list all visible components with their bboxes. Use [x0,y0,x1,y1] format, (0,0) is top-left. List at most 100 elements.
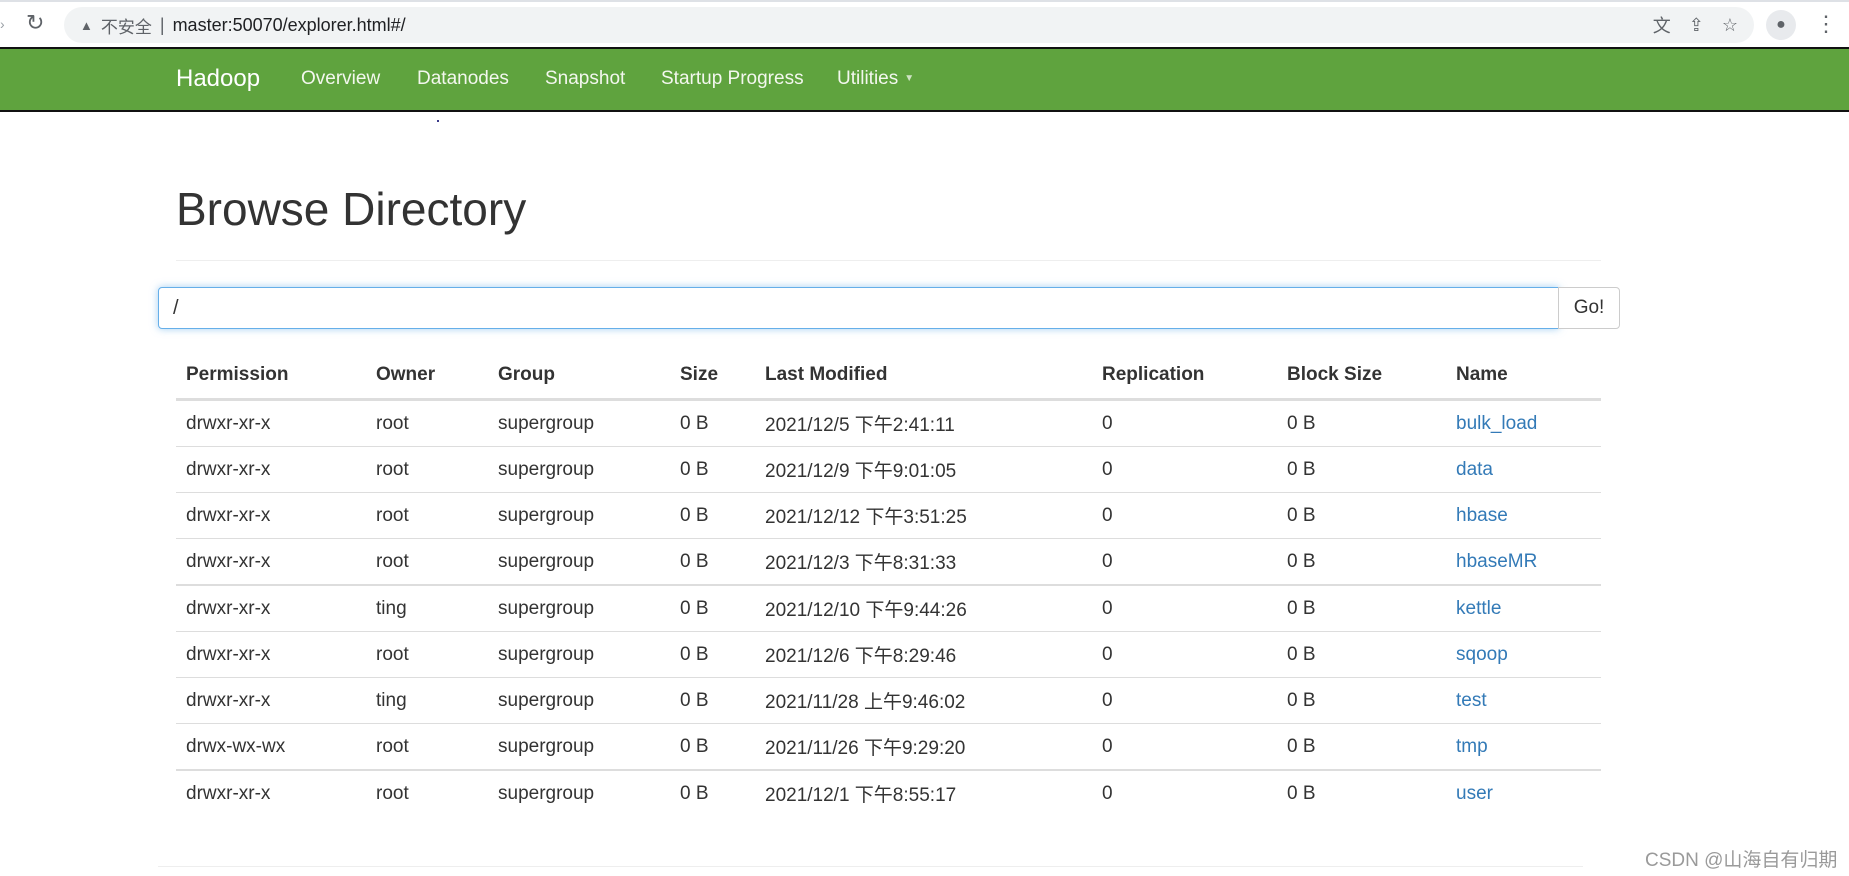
cell-size: 0 B [670,631,755,678]
cell-last-modified: 2021/12/9 下午9:01:05 [755,446,1092,493]
cell-replication: 0 [1092,492,1277,539]
cell-owner: root [366,446,488,493]
cell-block-size: 0 B [1277,769,1446,816]
profile-avatar-icon[interactable]: ● [1766,10,1796,40]
cell-permission: drwxr-xr-x [176,631,366,678]
directory-link[interactable]: tmp [1456,736,1488,757]
title-divider [176,260,1601,261]
cell-group: supergroup [488,677,670,724]
forward-icon[interactable]: › [0,16,5,32]
cell-block-size: 0 B [1277,723,1446,770]
directory-link[interactable]: hbaseMR [1456,551,1537,572]
go-button[interactable]: Go! [1558,287,1620,329]
bookmark-star-icon[interactable]: ☆ [1722,15,1738,36]
cell-last-modified: 2021/12/5 下午2:41:11 [755,399,1092,447]
cell-permission: drwx-wx-wx [176,723,366,770]
cell-last-modified: 2021/12/1 下午8:55:17 [755,769,1092,816]
directory-link[interactable]: user [1456,783,1493,804]
cell-size: 0 B [670,399,755,447]
brand-logo[interactable]: Hadoop [176,65,260,93]
cell-last-modified: 2021/12/6 下午8:29:46 [755,631,1092,678]
nav-utilities-label: Utilities [837,68,899,89]
directory-link[interactable]: kettle [1456,598,1501,619]
table-row: drwxr-xr-x root supergroup 0 B 2021/12/9 下午9… [176,446,1601,493]
url-text[interactable]: master:50070/explorer.html#/ [173,15,406,36]
cell-replication: 0 [1092,399,1277,447]
header-last-modified[interactable]: Last Modified [755,352,1092,401]
table-row: drwxr-xr-x ting supergroup 0 B 2021/11/28 上午… [176,677,1601,724]
bottom-divider [158,866,1583,867]
cell-last-modified: 2021/12/12 下午3:51:25 [755,492,1092,539]
cell-group: supergroup [488,723,670,770]
cell-permission: drwxr-xr-x [176,446,366,493]
cell-group: supergroup [488,584,670,632]
header-owner[interactable]: Owner [366,352,488,401]
cell-last-modified: 2021/12/3 下午8:31:33 [755,538,1092,585]
cell-name: tmp [1446,723,1601,770]
table-row: drwxr-xr-x root supergroup 0 B 2021/12/5 下午2… [176,399,1601,447]
cell-owner: root [366,492,488,539]
cell-owner: root [366,723,488,770]
cell-name: hbase [1446,492,1601,539]
directory-link[interactable]: hbase [1456,505,1508,526]
table-row: drwxr-xr-x root supergroup 0 B 2021/12/3 下午8… [176,538,1601,585]
directory-table: Permission Owner Group Size Last Modifie… [176,352,1601,816]
cell-permission: drwxr-xr-x [176,677,366,724]
table-header-row: Permission Owner Group Size Last Modifie… [176,352,1601,401]
directory-link[interactable]: bulk_load [1456,413,1537,434]
cell-owner: ting [366,584,488,632]
directory-link[interactable]: data [1456,459,1493,480]
cell-owner: root [366,399,488,447]
table-row: drwxr-xr-x root supergroup 0 B 2021/12/1 下午8… [176,769,1601,816]
cell-group: supergroup [488,631,670,678]
cell-owner: root [366,769,488,816]
cell-replication: 0 [1092,446,1277,493]
cell-owner: ting [366,677,488,724]
nav-utilities[interactable]: Utilities ▼ [837,68,914,90]
header-permission[interactable]: Permission [176,352,366,401]
cell-name: kettle [1446,584,1601,632]
cell-block-size: 0 B [1277,492,1446,539]
header-replication[interactable]: Replication [1092,352,1277,401]
translate-icon[interactable]: 文 [1653,12,1671,38]
security-label[interactable]: 不安全 [101,13,152,38]
directory-link[interactable]: test [1456,690,1487,711]
warning-icon[interactable]: ▲ [80,18,93,33]
reload-icon[interactable]: ↻ [26,10,44,36]
share-icon[interactable]: ⇪ [1689,15,1704,36]
cell-name: data [1446,446,1601,493]
cell-last-modified: 2021/12/10 下午9:44:26 [755,584,1092,632]
directory-path-input[interactable] [158,287,1559,329]
nav-startup-progress[interactable]: Startup Progress [661,68,804,90]
cell-name: user [1446,769,1601,816]
cell-replication: 0 [1092,584,1277,632]
cell-name: sqoop [1446,631,1601,678]
cell-replication: 0 [1092,677,1277,724]
nav-overview[interactable]: Overview [301,68,380,90]
cell-name: bulk_load [1446,399,1601,447]
cell-size: 0 B [670,492,755,539]
browser-toolbar: › ↻ ▲ 不安全 | master:50070/explorer.html#/… [0,0,1849,47]
header-name[interactable]: Name [1446,352,1601,401]
directory-link[interactable]: sqoop [1456,644,1508,665]
cell-permission: drwxr-xr-x [176,538,366,585]
cell-replication: 0 [1092,769,1277,816]
cell-size: 0 B [670,723,755,770]
cell-last-modified: 2021/11/28 上午9:46:02 [755,677,1092,724]
header-size[interactable]: Size [670,352,755,401]
table-row: drwxr-xr-x ting supergroup 0 B 2021/12/10 下午… [176,584,1601,632]
header-block-size[interactable]: Block Size [1277,352,1446,401]
caret-down-icon: ▼ [904,73,915,85]
address-bar[interactable]: ▲ 不安全 | master:50070/explorer.html#/ 文 ⇪… [64,7,1754,43]
nav-datanodes[interactable]: Datanodes [417,68,509,90]
cell-replication: 0 [1092,723,1277,770]
top-navbar: Hadoop Overview Datanodes Snapshot Start… [0,47,1849,112]
cell-owner: root [366,538,488,585]
cell-permission: drwxr-xr-x [176,492,366,539]
kebab-menu-icon[interactable]: ⋮ [1815,10,1837,38]
cell-permission: drwxr-xr-x [176,769,366,816]
header-group[interactable]: Group [488,352,670,401]
cell-permission: drwxr-xr-x [176,584,366,632]
nav-snapshot[interactable]: Snapshot [545,68,625,90]
stray-dot [437,120,439,122]
